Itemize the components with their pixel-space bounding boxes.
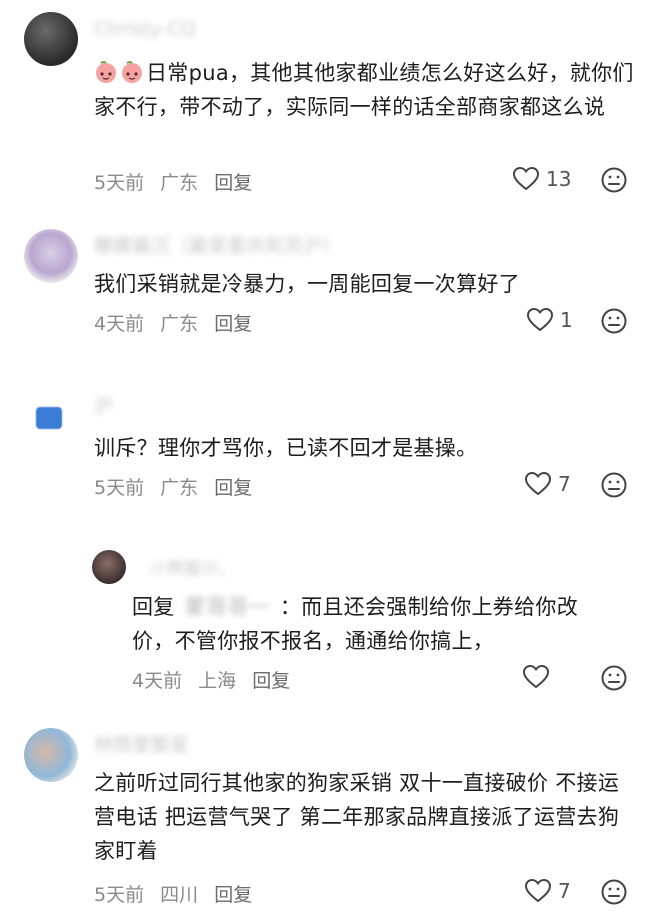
peach-emoji-icon [94,60,118,84]
location: 上海 [198,670,237,692]
avatar[interactable] [24,229,78,283]
like-count: 13 [546,167,572,191]
like-button[interactable]: 7 [524,471,571,497]
reply-button[interactable]: 回复 [214,884,252,906]
like-button[interactable]: 13 [512,166,571,192]
location: 四川 [160,884,199,906]
reply-to-username[interactable]: 蒙哥哥一 [185,590,270,624]
like-button[interactable]: 1 [526,307,573,333]
comment-text: 之前听过同行其他家的狗家采销 双十一直接破价 不接运营电话 把运营气哭了 第二年… [94,771,620,863]
username[interactable]: 林荫里繁星 [94,730,189,757]
timestamp: 5天前 [94,884,145,906]
comment-text: 日常pua，其他其他家都业绩怎么好这么好，就你们家不行，带不动了，实际同一样的话… [94,56,639,124]
avatar[interactable] [92,550,126,584]
comment-meta: 5天前 四川 回复 [94,880,262,907]
comment-meta: 4天前 上海 回复 [132,666,300,693]
timestamp: 5天前 [94,477,145,499]
heart-icon [524,878,552,903]
username[interactable]: 沪 [94,391,113,418]
timestamp: 4天前 [94,313,145,335]
avatar[interactable] [24,12,78,66]
username[interactable]: 螺螺酱沉（最爱重庆和苏沪） [94,231,341,258]
like-button[interactable] [522,664,550,690]
dislike-button[interactable] [600,166,628,198]
dislike-button[interactable] [600,471,628,503]
dislike-button[interactable] [600,664,628,696]
location: 广东 [160,313,199,335]
avatar[interactable] [28,395,70,437]
peach-emoji-icon [120,60,144,84]
comment-item: 林荫里繁星 之前听过同行其他家的狗家采销 双十一直接破价 不接运营电话 把运营气… [0,718,660,920]
location: 广东 [160,477,199,499]
like-count: 1 [560,308,573,332]
timestamp: 4天前 [132,670,183,692]
comment-text: 训斥？理你才骂你，已读不回才是基操。 [94,436,478,460]
like-count: 7 [558,879,571,903]
username[interactable]: 小熊猫沙。 [150,554,235,579]
timestamp: 5天前 [94,172,145,194]
avatar-blue-square [36,407,62,429]
heart-icon [522,664,550,689]
comment-meta: 5天前 广东 回复 [94,168,262,195]
dislike-button[interactable] [600,878,628,910]
reply-button[interactable]: 回复 [252,670,290,692]
frown-face-icon [601,879,627,905]
frown-face-icon [601,308,627,334]
dislike-button[interactable] [600,307,628,339]
comment-item: Christy-CQ 日常pua，其他其他家都业绩怎么好这么好，就你们家不行，带… [0,0,660,210]
comment-meta: 5天前 广东 回复 [94,473,262,500]
username[interactable]: Christy-CQ [94,18,196,40]
reply-item: 小熊猫沙。 回复 蒙哥哥一 ：而且还会强制给你上券给你改 价，不管你报不报名，通通给你… [0,540,660,700]
comment-text-content: 价，不管你报不报名，通通给你搞上， [132,629,495,653]
heart-icon [512,166,540,191]
like-count: 7 [558,472,571,496]
frown-face-icon [601,472,627,498]
comment-text-content: 日常pua，其他其他家都业绩怎么好这么好，就你们家不行，带不动了，实际同一样的话… [94,61,634,119]
like-button[interactable]: 7 [524,878,571,904]
reply-button[interactable]: 回复 [214,172,252,194]
heart-icon [526,307,554,332]
comment-meta: 4天前 广东 回复 [94,309,262,336]
comment-text-content: ：而且还会强制给你上券给你改 [279,595,579,619]
comment-text: 我们采销就是冷暴力，一周能回复一次算好了 [94,272,520,296]
frown-face-icon [601,167,627,193]
comment-item: 螺螺酱沉（最爱重庆和苏沪） 我们采销就是冷暴力，一周能回复一次算好了 4天前 广… [0,215,660,365]
avatar[interactable] [24,728,78,782]
reply-prefix: 回复 [132,595,175,619]
frown-face-icon [601,665,627,691]
reply-button[interactable]: 回复 [214,477,252,499]
comment-item: 沪 训斥？理你才骂你，已读不回才是基操。 5天前 广东 回复 7 [0,385,660,525]
location: 广东 [160,172,199,194]
comment-text: 回复 蒙哥哥一 ：而且还会强制给你上券给你改价，不管你报不报名，通通给你搞上， [132,590,632,658]
reply-button[interactable]: 回复 [214,313,252,335]
heart-icon [524,471,552,496]
